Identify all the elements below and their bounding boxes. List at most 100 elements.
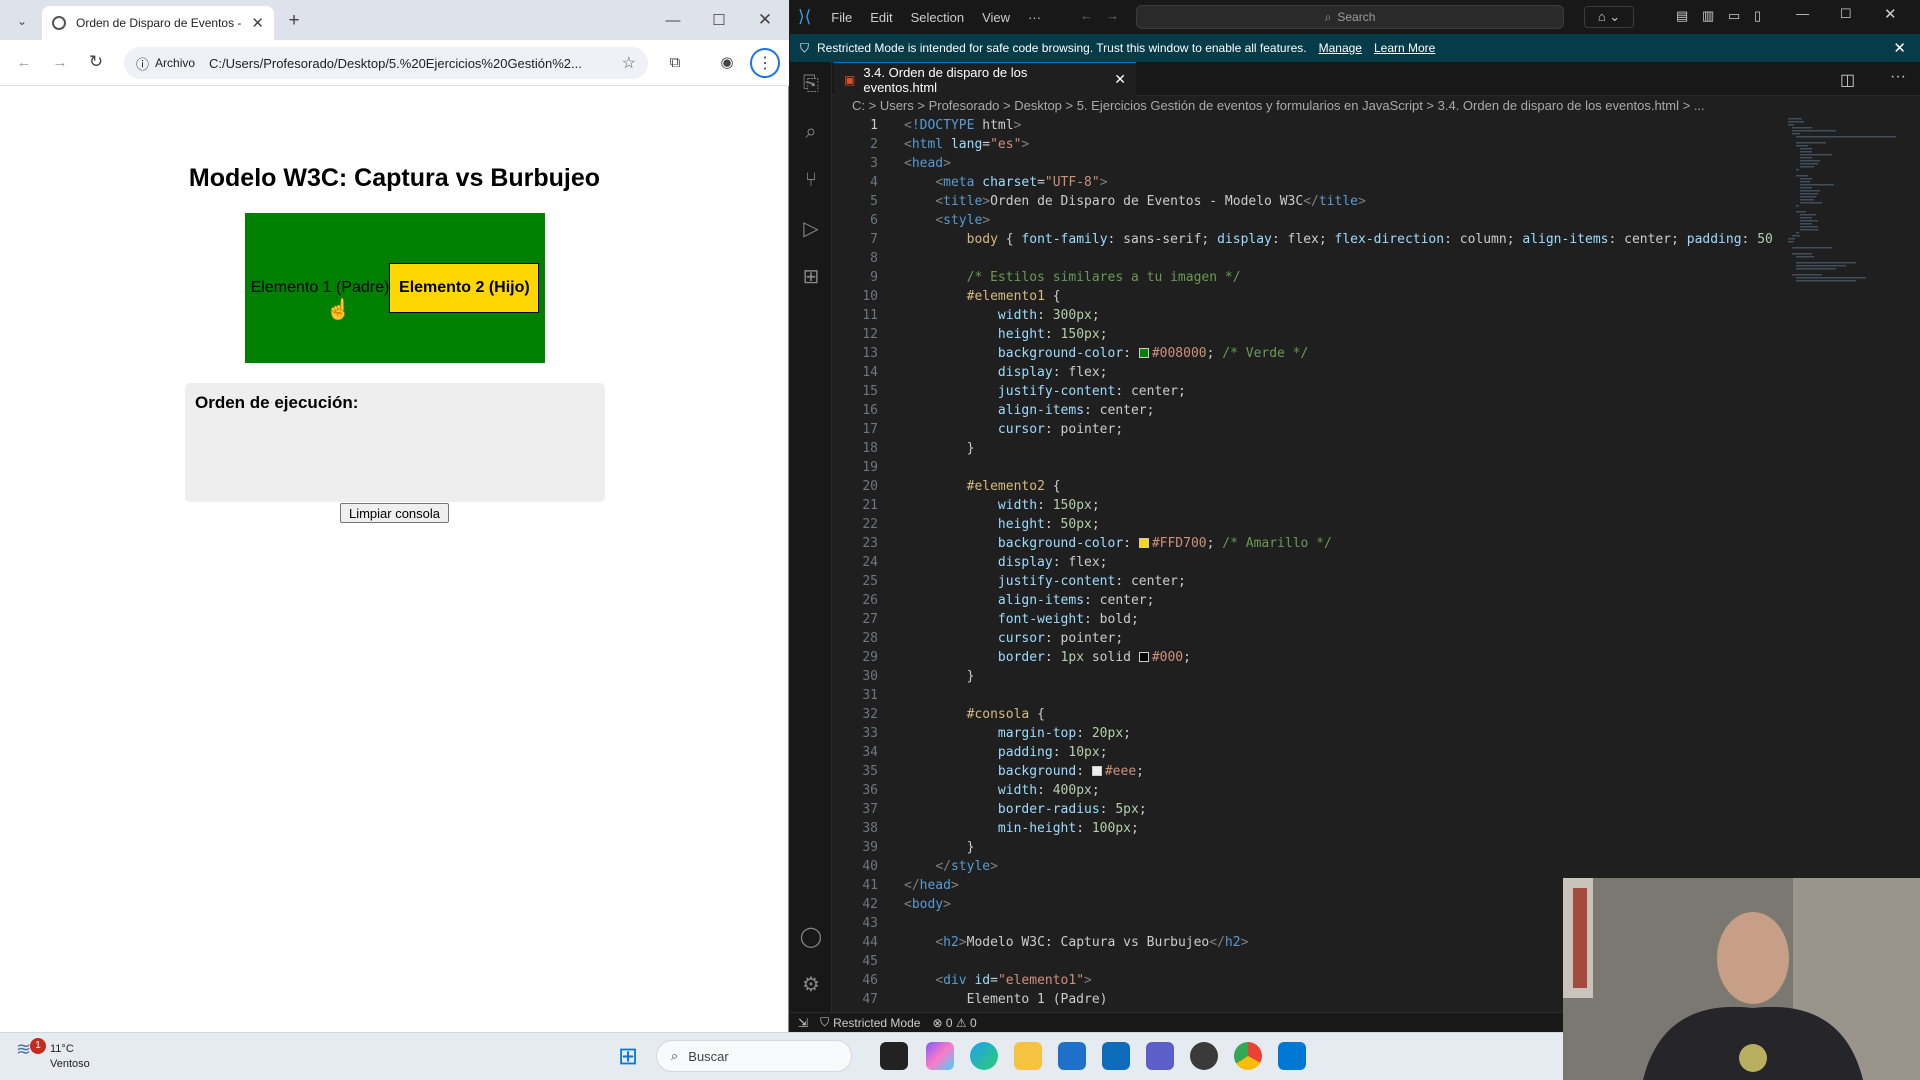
banner-learn-more-link[interactable]: Learn More	[1374, 41, 1435, 55]
code-line[interactable]: <meta charset="UTF-8">	[904, 175, 1107, 190]
code-line[interactable]: /* Estilos similares a tu imagen */	[904, 270, 1241, 285]
code-line[interactable]: Elemento 1 (Padre)	[904, 992, 1108, 1007]
code-line[interactable]: justify-content: center;	[904, 574, 1186, 589]
editor-tab-close-icon[interactable]: ✕	[1114, 71, 1126, 88]
code-line[interactable]: background-color: #008000; /* Verde */	[904, 346, 1308, 361]
file-explorer-icon[interactable]	[1014, 1042, 1042, 1070]
url-text[interactable]: C:/Users/Profesorado/Desktop/5.%20Ejerci…	[209, 56, 622, 71]
code-line[interactable]: width: 150px;	[904, 498, 1100, 513]
code-line[interactable]: #consola {	[904, 707, 1045, 722]
vscode-taskbar-icon[interactable]	[1278, 1042, 1306, 1070]
code-editor[interactable]: 1 <!DOCTYPE html> 2 <html lang="es"> 3 <head>…	[832, 118, 1774, 1010]
outlook-icon[interactable]	[1102, 1042, 1130, 1070]
breadcrumb[interactable]: C: > Users > Profesorado > Desktop > 5. …	[852, 98, 1712, 116]
editor-tab[interactable]: ▣ 3.4. Orden de disparo de los eventos.h…	[834, 62, 1136, 96]
menu-kebab-icon[interactable]: ⋮	[750, 48, 780, 78]
code-line[interactable]: <title>Orden de Disparo de Eventos - Mod…	[904, 194, 1366, 209]
windows-start-icon[interactable]: ⊞	[614, 1042, 642, 1070]
code-line[interactable]: height: 150px;	[904, 327, 1108, 342]
manage-gear-icon[interactable]: ⚙	[790, 964, 832, 1004]
nav-forward-icon[interactable]: →	[1106, 8, 1119, 23]
code-line[interactable]: <h2>Modelo W3C: Captura vs Burbujeo</h2>	[904, 935, 1248, 950]
code-line[interactable]: #elemento1 {	[904, 289, 1061, 304]
address-bar[interactable]: ⓘ Archivo C:/Users/Profesorado/Desktop/5…	[124, 47, 648, 79]
code-line[interactable]: <body>	[904, 897, 951, 912]
code-line[interactable]: border-radius: 5px;	[904, 802, 1147, 817]
code-line[interactable]: <html lang="es">	[904, 137, 1029, 152]
banner-close-icon[interactable]: ✕	[1893, 39, 1906, 57]
code-line[interactable]: body { font-family: sans-serif; display:…	[904, 232, 1774, 247]
vscode-maximize-icon[interactable]: ☐	[1840, 6, 1852, 22]
forward-icon[interactable]: →	[48, 50, 72, 74]
chrome-icon[interactable]	[1234, 1042, 1262, 1070]
menu-edit[interactable]: Edit	[870, 10, 892, 25]
remote-icon[interactable]: ⇲	[798, 1016, 808, 1030]
code-line[interactable]: <!DOCTYPE html>	[904, 118, 1021, 133]
status-restricted-mode[interactable]: Restricted Mode	[833, 1016, 920, 1030]
code-line[interactable]: display: flex;	[904, 555, 1108, 570]
menu-file[interactable]: File	[831, 10, 852, 25]
code-line[interactable]: min-height: 100px;	[904, 821, 1139, 836]
clear-console-button[interactable]: Limpiar consola	[340, 503, 449, 523]
extensions-view-icon[interactable]: ⊞	[790, 256, 832, 296]
code-line[interactable]: justify-content: center;	[904, 384, 1186, 399]
profile-icon[interactable]: ◉	[714, 50, 740, 74]
task-view-icon[interactable]	[880, 1042, 908, 1070]
code-line[interactable]: }	[904, 669, 975, 684]
code-line[interactable]: font-weight: bold;	[904, 612, 1139, 627]
copilot-icon[interactable]: ⌂ ⌄	[1584, 6, 1634, 28]
code-line[interactable]: width: 400px;	[904, 783, 1100, 798]
code-line[interactable]: </style>	[904, 859, 998, 874]
new-tab-icon[interactable]: +	[282, 10, 306, 32]
code-line[interactable]: align-items: center;	[904, 403, 1155, 418]
nav-back-icon[interactable]: ←	[1080, 8, 1093, 23]
code-line[interactable]: border: 1px solid #000;	[904, 650, 1191, 665]
more-actions-icon[interactable]: ···	[1890, 68, 1906, 86]
split-editor-icon[interactable]: ◫	[1840, 70, 1855, 90]
reload-icon[interactable]: ↻	[84, 50, 108, 74]
minimap[interactable]	[1786, 116, 1906, 316]
taskbar-search[interactable]: ⌕ Buscar	[656, 1040, 852, 1072]
code-line[interactable]: cursor: pointer;	[904, 631, 1123, 646]
extensions-icon[interactable]: ⧉	[662, 50, 688, 74]
code-line[interactable]: align-items: center;	[904, 593, 1155, 608]
secondary-sidebar-icon[interactable]: ▯	[1754, 8, 1761, 24]
run-debug-icon[interactable]: ▷	[790, 208, 832, 248]
code-line[interactable]: #elemento2 {	[904, 479, 1061, 494]
code-line[interactable]: background: #eee;	[904, 764, 1144, 779]
code-line[interactable]: </head>	[904, 878, 959, 893]
code-line[interactable]: <head>	[904, 156, 951, 171]
back-icon[interactable]: ←	[12, 50, 36, 74]
close-tab-icon[interactable]: ✕	[251, 14, 264, 32]
code-line[interactable]: }	[904, 840, 975, 855]
vscode-minimize-icon[interactable]: —	[1796, 6, 1809, 21]
store-icon[interactable]	[1058, 1042, 1086, 1070]
maximize-icon[interactable]: ☐	[704, 8, 734, 32]
status-problems[interactable]: ⊗ 0 ⚠ 0	[932, 1016, 976, 1030]
info-icon[interactable]: ⓘ	[136, 54, 149, 73]
code-line[interactable]: <style>	[904, 213, 990, 228]
code-line[interactable]: padding: 10px;	[904, 745, 1108, 760]
menu-selection[interactable]: Selection	[911, 10, 964, 25]
teams-icon[interactable]	[1146, 1042, 1174, 1070]
minimize-icon[interactable]: —	[658, 8, 688, 32]
command-center-search[interactable]: ⌕ Search	[1136, 5, 1564, 29]
code-line[interactable]: background-color: #FFD700; /* Amarillo *…	[904, 536, 1332, 551]
accounts-icon[interactable]: ◯	[790, 916, 832, 956]
vscode-close-icon[interactable]: ✕	[1884, 5, 1897, 23]
window-close-icon[interactable]: ✕	[750, 8, 780, 32]
weather-widget[interactable]: ≋ 1 11°C Ventoso	[16, 1038, 90, 1072]
panel-toggle-icon[interactable]: ▭	[1728, 8, 1740, 24]
copilot-app-icon[interactable]	[926, 1042, 954, 1070]
code-line[interactable]: width: 300px;	[904, 308, 1100, 323]
banner-manage-link[interactable]: Manage	[1319, 41, 1362, 55]
layout-toggle-icon[interactable]: ▤	[1676, 8, 1688, 24]
code-line[interactable]: cursor: pointer;	[904, 422, 1123, 437]
tab-search-icon[interactable]: ⌄	[10, 10, 34, 32]
code-line[interactable]: margin-top: 20px;	[904, 726, 1131, 741]
code-line[interactable]: display: flex;	[904, 365, 1108, 380]
browser-tab[interactable]: Orden de Disparo de Eventos - Modelo W3C…	[42, 6, 274, 40]
code-line[interactable]: <div id="elemento1">	[904, 973, 1092, 988]
menu-view[interactable]: View	[982, 10, 1010, 25]
element1-parent-box[interactable]: Elemento 1 (Padre) Elemento 2 (Hijo)	[245, 213, 545, 363]
